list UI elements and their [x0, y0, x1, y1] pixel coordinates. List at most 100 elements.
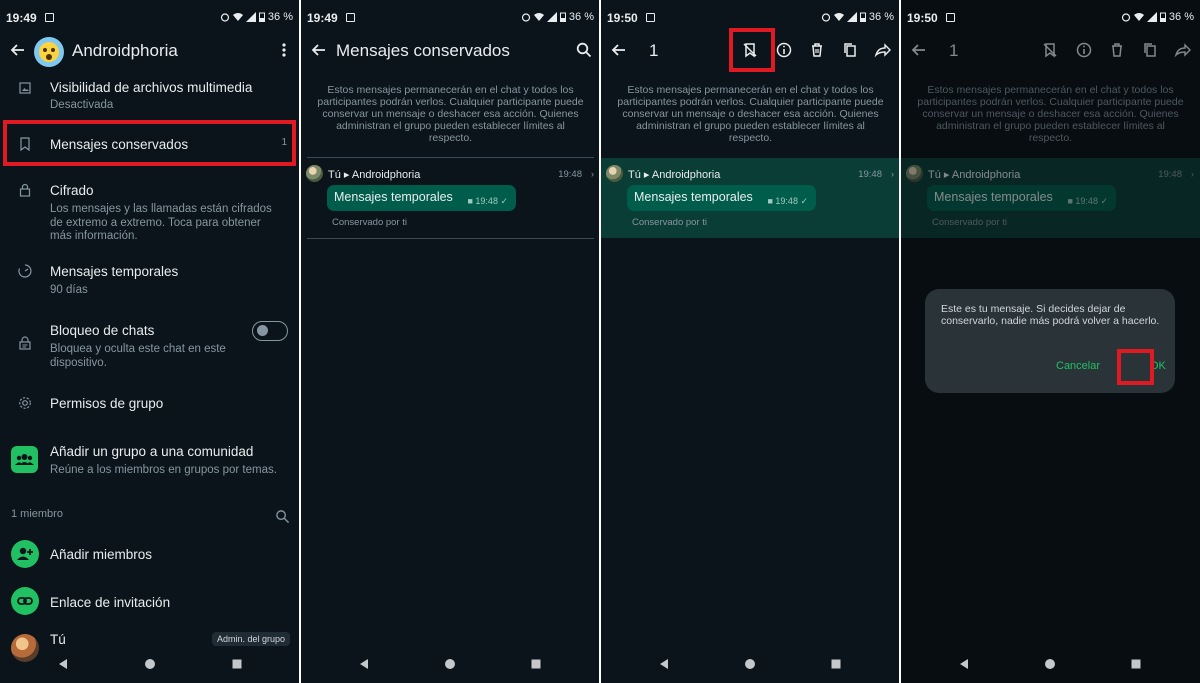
row-subtitle: Bloquea y oculta este chat en este dispo… — [50, 343, 226, 369]
status-time: 19:49 — [307, 11, 338, 25]
signal-icon — [245, 12, 256, 22]
kept-messages-selection-screen: 19:50 36 % 1 Estos mensajes permanecerán… — [601, 0, 900, 683]
status-right: 36 % — [821, 11, 894, 23]
battery-level: 36 % — [267, 11, 293, 23]
status-right: 36 % — [220, 11, 293, 23]
alarm-icon — [821, 13, 831, 22]
nav-recents-icon[interactable] — [1130, 658, 1142, 670]
highlight-box — [1117, 349, 1154, 385]
members-count: 1 miembro — [11, 508, 63, 520]
nav-recents-icon[interactable] — [830, 658, 842, 670]
back-arrow-icon[interactable] — [8, 40, 28, 60]
nav-bar — [601, 647, 900, 683]
row-title: Mensajes temporales — [50, 264, 179, 279]
divider — [307, 238, 594, 239]
avatar — [606, 165, 623, 182]
highlight-box — [3, 120, 296, 166]
avatar — [906, 165, 923, 182]
status-bar: 19:49 36 % — [0, 0, 299, 36]
status-right: 36 % — [521, 11, 594, 23]
nav-recents-icon[interactable] — [231, 658, 243, 670]
chat-lock-icon — [19, 336, 31, 350]
notification-icon — [946, 13, 955, 22]
info-text: Estos mensajes permanecerán en el chat y… — [917, 84, 1184, 144]
alarm-icon — [220, 13, 230, 22]
nav-back-icon[interactable] — [658, 658, 670, 670]
notification-icon — [346, 13, 355, 22]
group-info-screen: 19:49 36 % Androidphoria Visibilidad de … — [0, 0, 299, 683]
search-icon[interactable] — [275, 509, 290, 524]
status-time: 19:50 — [907, 11, 938, 25]
selected-count: 1 — [649, 41, 659, 60]
delete-icon — [1112, 43, 1122, 57]
group-name: Androidphoria — [72, 41, 178, 60]
chevron-right-icon: › — [591, 169, 594, 179]
message-text: Mensajes temporales — [934, 190, 1053, 204]
signal-icon — [846, 12, 857, 22]
signal-icon — [546, 12, 557, 22]
bubble-time: ■ 19:48 ✓ — [767, 196, 808, 206]
unkeep-confirm-screen: 19:50 36 % 1 Estos mensajes permanecerán… — [901, 0, 1200, 683]
media-visibility-row[interactable]: Visibilidad de archivos multimedia Desac… — [0, 76, 299, 116]
delete-icon[interactable] — [808, 41, 826, 59]
more-vert-icon[interactable] — [275, 41, 293, 59]
dialog-message: Este es tu mensaje. Si decides dejar de … — [941, 303, 1160, 327]
nav-back-icon[interactable] — [358, 658, 370, 670]
message-bubble[interactable]: Mensajes temporales ■ 19:48 ✓ — [627, 185, 816, 211]
wifi-icon — [232, 13, 243, 21]
avatar — [306, 165, 323, 182]
battery-level: 36 % — [1168, 11, 1194, 23]
notification-icon — [45, 13, 54, 22]
status-time: 19:50 — [607, 11, 638, 25]
chat-lock-row[interactable]: Bloqueo de chats Bloquea y oculta este c… — [0, 321, 299, 371]
battery-level: 36 % — [868, 11, 894, 23]
timer-icon — [18, 264, 32, 278]
app-bar: 1 — [901, 36, 1200, 66]
forward-icon[interactable] — [874, 41, 892, 59]
page-title: Mensajes conservados — [336, 41, 510, 60]
gear-icon — [19, 397, 31, 409]
back-arrow-icon[interactable] — [309, 40, 329, 60]
row-title: Cifrado — [50, 183, 94, 198]
wifi-icon — [833, 13, 844, 21]
message-time: 19:48 — [1158, 169, 1182, 180]
community-icon — [11, 446, 38, 473]
group-permissions-row[interactable]: Permisos de grupo — [0, 394, 299, 416]
chevron-right-icon: › — [1191, 169, 1194, 179]
message-bubble: Mensajes temporales ■ 19:48 ✓ — [927, 185, 1116, 211]
row-title: Añadir miembros — [50, 547, 153, 562]
message-text: Mensajes temporales — [634, 190, 753, 204]
chat-lock-toggle[interactable] — [252, 321, 288, 341]
status-time: 19:49 — [6, 11, 37, 25]
copy-icon[interactable] — [841, 41, 859, 59]
disappearing-messages-row[interactable]: Mensajes temporales 90 días — [0, 262, 299, 300]
add-members-row[interactable]: Añadir miembros — [0, 539, 299, 569]
wifi-icon — [1133, 13, 1144, 21]
kept-by-label: Conservado por ti — [332, 217, 407, 228]
unkeep-icon — [1043, 43, 1057, 58]
info-icon[interactable] — [775, 41, 793, 59]
nav-back-icon[interactable] — [958, 658, 970, 670]
group-avatar[interactable] — [34, 37, 64, 67]
search-icon[interactable] — [575, 41, 593, 59]
add-to-community-row[interactable]: Añadir un grupo a una comunidad Reúne a … — [0, 442, 299, 482]
nav-recents-icon[interactable] — [530, 658, 542, 670]
row-title: Añadir un grupo a una comunidad — [50, 444, 254, 459]
nav-home-icon[interactable] — [144, 658, 156, 670]
nav-back-icon[interactable] — [57, 658, 69, 670]
add-person-icon — [11, 540, 39, 568]
cancel-button[interactable]: Cancelar — [1056, 360, 1100, 372]
nav-home-icon[interactable] — [444, 658, 456, 670]
message-bubble[interactable]: Mensajes temporales ■ 19:48 ✓ — [327, 185, 516, 211]
battery-level: 36 % — [568, 11, 594, 23]
nav-home-icon[interactable] — [744, 658, 756, 670]
kept-by-label: Conservado por ti — [932, 217, 1007, 228]
nav-home-icon[interactable] — [1044, 658, 1056, 670]
encryption-row[interactable]: Cifrado Los mensajes y las llamadas está… — [0, 181, 299, 243]
app-bar: Androidphoria — [0, 36, 299, 67]
invite-link-row[interactable]: Enlace de invitación — [0, 587, 299, 617]
copy-icon — [1144, 43, 1156, 57]
row-subtitle: Reúne a los miembros en grupos por temas… — [50, 464, 277, 476]
back-arrow-icon — [911, 44, 925, 56]
back-arrow-icon[interactable] — [609, 40, 629, 60]
